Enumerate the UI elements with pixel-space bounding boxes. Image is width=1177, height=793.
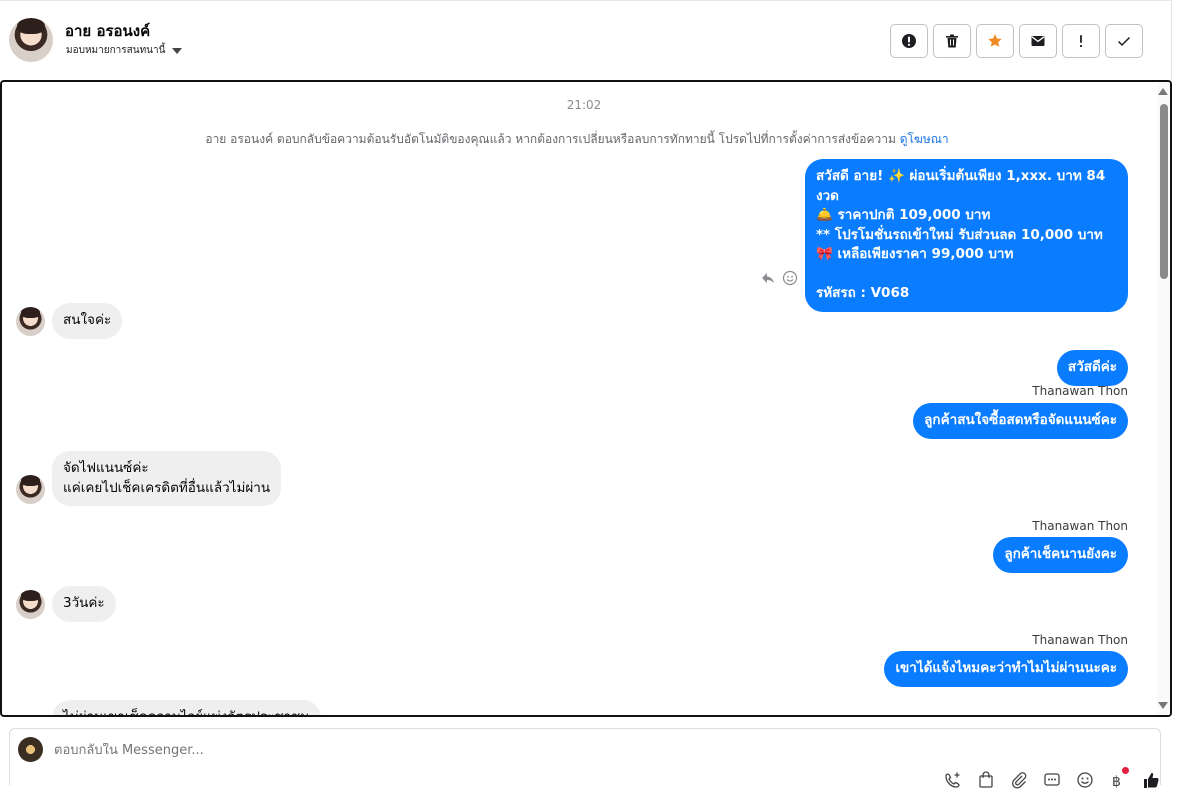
contact-avatar-small — [16, 307, 45, 336]
checkmark-icon — [1117, 36, 1131, 47]
assign-conversation-dropdown[interactable]: มอบหมายการสนทนานี้ — [66, 43, 183, 58]
exclamation-icon — [1079, 35, 1083, 48]
follow-up-button[interactable] — [1062, 24, 1100, 58]
sender-name: Thanawan Thon — [1032, 633, 1128, 647]
message-actions — [760, 270, 798, 286]
composer-tools: ฿ — [944, 767, 1160, 790]
shopping-bag-icon[interactable] — [977, 771, 995, 789]
reply-input[interactable] — [54, 743, 654, 758]
paperclip-icon[interactable] — [1010, 771, 1028, 789]
auto-reply-notice: อาย อรอนงค์ ตอบกลับข้อความต้อนรับอัตโนมั… — [2, 130, 1152, 149]
add-contact-icon[interactable] — [944, 771, 962, 789]
message-bubble-outgoing[interactable]: ลูกค้าสนใจซื้อสดหรือจัดแนนซ์คะ — [913, 403, 1128, 439]
scrollbar-thumb[interactable] — [1160, 104, 1168, 279]
message-bubble-outgoing[interactable]: เขาได้แจ้งไหมคะว่าทำไมไม่ผ่านนะคะ — [884, 651, 1128, 687]
reply-icon[interactable] — [760, 270, 776, 286]
message-timestamp: 21:02 — [566, 98, 602, 112]
mark-done-button[interactable] — [1105, 24, 1143, 58]
message-thread[interactable]: 21:02 อาย อรอนงค์ ตอบกลับข้อความต้อนรับอ… — [0, 80, 1172, 717]
conversation-header: อาย อรอนงค์ มอบหมายการสนทนานี้ — [0, 0, 1172, 80]
payment-tool[interactable]: ฿ — [1109, 767, 1129, 790]
message-bubble-incoming[interactable]: 3วันค่ะ — [52, 586, 116, 622]
notification-dot — [1122, 767, 1129, 774]
message-bubble-incoming[interactable]: จัดไฟแนนซ์ค่ะ แค่เคยไปเช็คเครดิตที่อื่นแ… — [52, 451, 282, 506]
mark-unread-button[interactable] — [1019, 24, 1057, 58]
contact-name[interactable]: อาย อรอนงค์ — [65, 19, 150, 43]
emoji-reaction-icon[interactable] — [782, 270, 798, 286]
star-icon — [988, 34, 1002, 47]
emoji-icon[interactable] — [1076, 771, 1094, 789]
svg-text:฿: ฿ — [1112, 774, 1121, 789]
scroll-up-icon[interactable] — [1158, 88, 1168, 95]
like-icon[interactable] — [1142, 771, 1160, 789]
notice-text: อาย อรอนงค์ ตอบกลับข้อความต้อนรับอัตโนมั… — [205, 132, 896, 146]
alert-circle-icon — [902, 34, 916, 48]
message-bubble-incoming[interactable]: ไม่ผ่านเขาเช็คความไวย์แพ่งอัตรประชาชน — [52, 700, 321, 715]
contact-avatar[interactable] — [9, 18, 53, 62]
header-actions — [890, 24, 1143, 58]
scrollbar[interactable] — [1157, 82, 1170, 715]
message-bubble-outgoing[interactable]: ลูกค้าเช็คนานยังคะ — [993, 537, 1128, 573]
message-bubble-incoming[interactable]: สนใจค่ะ — [52, 303, 123, 339]
envelope-icon — [1031, 36, 1045, 46]
reply-composer: ฿ — [9, 728, 1161, 790]
spam-button[interactable] — [890, 24, 928, 58]
page-avatar — [18, 737, 43, 762]
contact-avatar-small — [16, 475, 45, 504]
star-button[interactable] — [976, 24, 1014, 58]
view-ad-link[interactable]: ดูโฆษณา — [900, 132, 949, 146]
message-bubble-outgoing[interactable]: สวัสดีค่ะ — [1056, 350, 1128, 386]
trash-icon — [946, 34, 958, 48]
sender-name: Thanawan Thon — [1032, 384, 1128, 398]
message-bubble-outgoing[interactable]: สวัสดี อาย! ✨ ผ่อนเริ่มต้นเพียง 1,xxx. บ… — [805, 159, 1128, 312]
assign-label: มอบหมายการสนทนานี้ — [66, 45, 166, 56]
delete-button[interactable] — [933, 24, 971, 58]
sender-name: Thanawan Thon — [1032, 519, 1128, 533]
contact-avatar-small — [16, 590, 45, 619]
caret-down-icon — [172, 48, 183, 54]
saved-replies-icon[interactable] — [1043, 771, 1061, 789]
scroll-down-icon[interactable] — [1158, 702, 1168, 709]
